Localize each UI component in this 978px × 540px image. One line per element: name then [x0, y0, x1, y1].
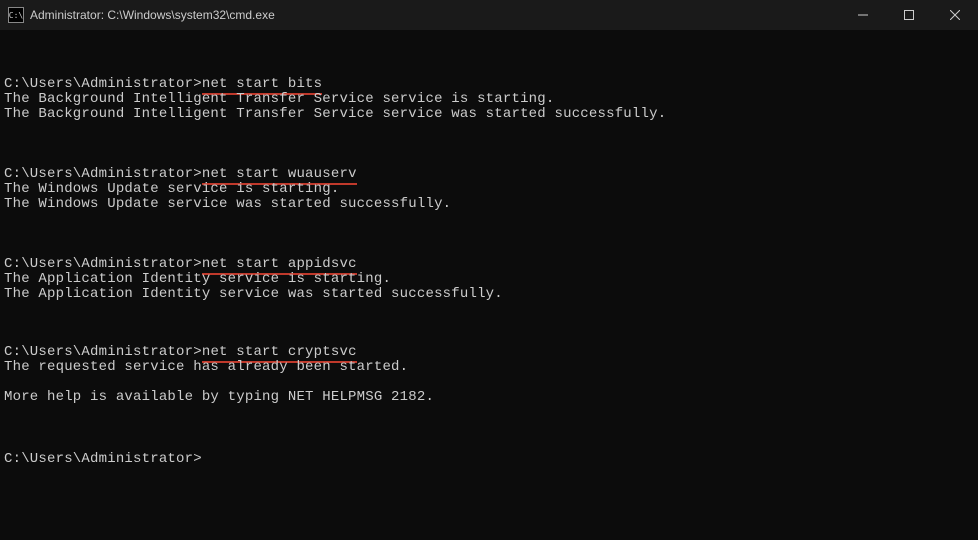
window-title: Administrator: C:\Windows\system32\cmd.e… [30, 8, 840, 22]
prompt: C:\Users\Administrator> [4, 451, 202, 467]
window-titlebar[interactable]: C:\ Administrator: C:\Windows\system32\c… [0, 0, 978, 30]
command-block-appidsvc: C:\Users\Administrator>net start appidsv… [4, 257, 974, 302]
output-line: The Windows Update service was started s… [4, 196, 451, 212]
output-line: The Application Identity service is star… [4, 271, 391, 287]
prompt: C:\Users\Administrator> [4, 166, 202, 182]
terminal-output[interactable]: C:\Users\Administrator>net start bits Th… [0, 30, 978, 484]
output-line: The Windows Update service is starting. [4, 181, 339, 197]
output-line: More help is available by typing NET HEL… [4, 389, 434, 405]
maximize-button[interactable] [886, 0, 932, 30]
minimize-button[interactable] [840, 0, 886, 30]
prompt: C:\Users\Administrator> [4, 256, 202, 272]
command-block-cryptsvc: C:\Users\Administrator>net start cryptsv… [4, 345, 974, 405]
window-controls [840, 0, 978, 30]
output-line: The requested service has already been s… [4, 359, 408, 375]
output-line: The Application Identity service was sta… [4, 286, 503, 302]
prompt: C:\Users\Administrator> [4, 76, 202, 92]
output-line: The Background Intelligent Transfer Serv… [4, 106, 666, 122]
command-block-wuauserv: C:\Users\Administrator>net start wuauser… [4, 167, 974, 212]
close-button[interactable] [932, 0, 978, 30]
prompt: C:\Users\Administrator> [4, 344, 202, 360]
output-line: The Background Intelligent Transfer Serv… [4, 91, 555, 107]
cmd-icon: C:\ [8, 7, 24, 23]
command-block-bits: C:\Users\Administrator>net start bits Th… [4, 77, 974, 122]
current-prompt: C:\Users\Administrator> [4, 452, 974, 467]
